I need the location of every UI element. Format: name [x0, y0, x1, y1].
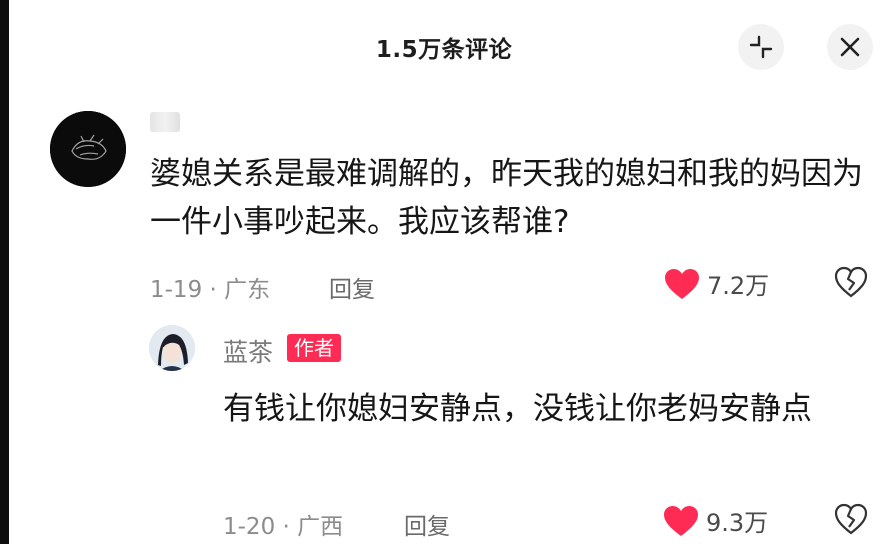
heart-icon	[665, 268, 699, 299]
comment-date-location: 1-19 · 广东	[150, 277, 271, 303]
like-button[interactable]: 7.2万	[664, 266, 769, 301]
left-edge-bar	[0, 0, 9, 544]
reply-dislike-button[interactable]	[834, 503, 868, 539]
comment-text: 婆媳关系是最难调解的，昨天我的媳妇和我的妈因为一件小事吵起来。我应该帮谁?	[150, 156, 863, 240]
dislike-icon	[834, 503, 868, 535]
collapse-icon	[749, 35, 773, 59]
reply-reply-button[interactable]: 回复	[404, 507, 450, 541]
avatar[interactable]	[50, 111, 126, 187]
username-blurred	[150, 112, 180, 132]
like-count: 7.2万	[707, 272, 770, 300]
reply-avatar[interactable]	[149, 325, 195, 371]
reply-like-button[interactable]: 9.3万	[663, 503, 768, 538]
collapse-button[interactable]	[738, 24, 784, 70]
reply-text: 有钱让你媳妇安静点，没钱让你老妈安静点	[223, 391, 812, 427]
dislike-button[interactable]	[834, 266, 868, 302]
dislike-icon	[834, 266, 868, 298]
heart-icon	[664, 505, 698, 536]
close-icon	[840, 37, 860, 57]
reply-username[interactable]: 蓝茶	[223, 333, 273, 369]
reply-button[interactable]: 回复	[329, 270, 375, 304]
author-badge: 作者	[287, 334, 341, 362]
reply-like-count: 9.3万	[706, 509, 769, 537]
reply-date-location: 1-20 · 广西	[223, 514, 344, 540]
close-button[interactable]	[827, 24, 873, 70]
